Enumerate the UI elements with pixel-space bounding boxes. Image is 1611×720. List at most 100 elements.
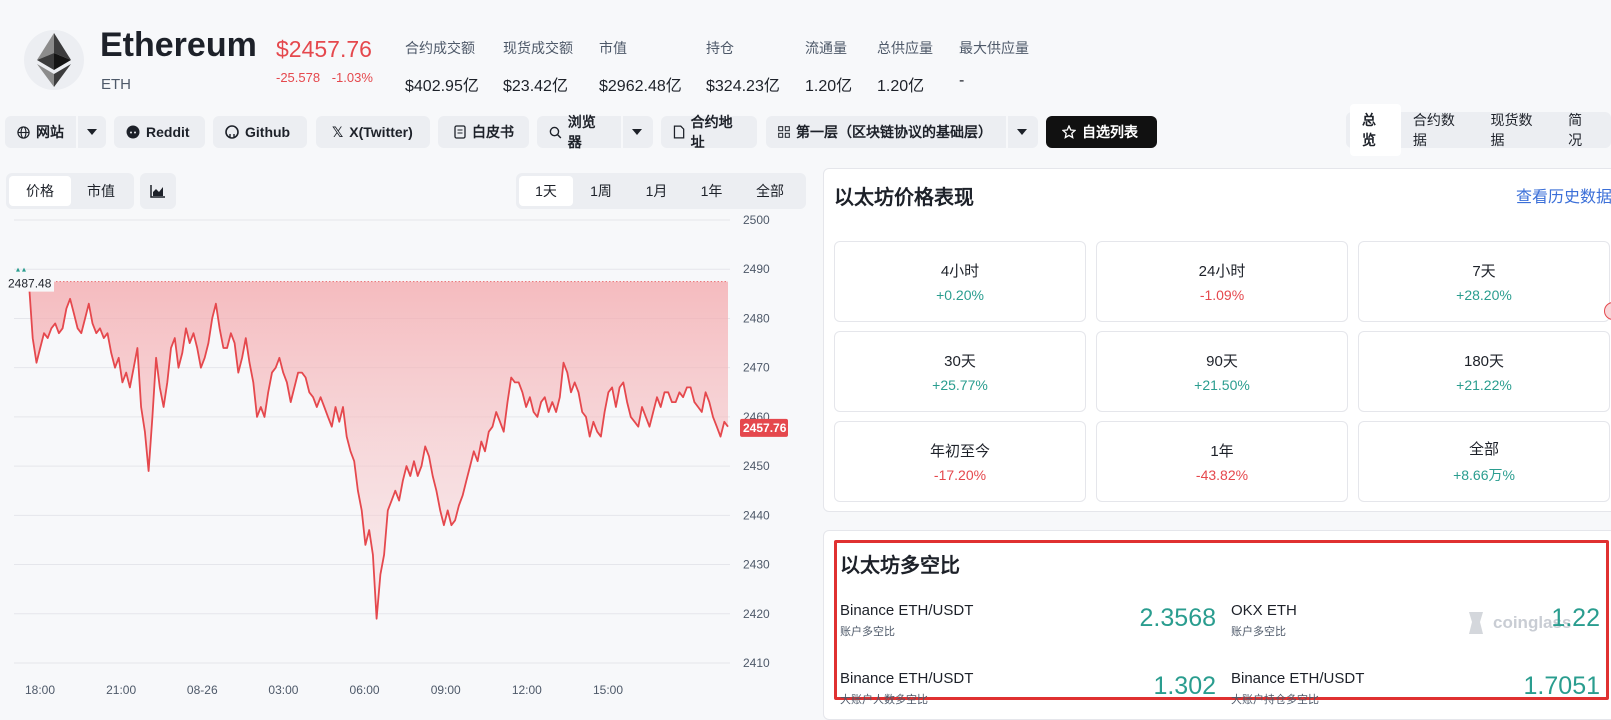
x-tick-label: 09:00 — [431, 683, 461, 697]
history-data-link[interactable]: 查看历史数据 — [1516, 183, 1611, 207]
stat-value: $324.23亿 — [706, 78, 780, 95]
stat-value: $402.95亿 — [405, 78, 479, 95]
x-tick-label: 03:00 — [268, 683, 298, 697]
tab-price[interactable]: 价格 — [9, 176, 71, 206]
website-label: 网站 — [36, 124, 64, 140]
category-dropdown[interactable] — [1006, 116, 1036, 148]
x-tick-label: 21:00 — [106, 683, 136, 697]
period-change: -1.09% — [1199, 287, 1245, 303]
stat-open-interest: 持仓 $324.23亿 — [706, 38, 780, 96]
search-icon — [549, 126, 562, 138]
tab-futures-data[interactable]: 合约数据 — [1401, 104, 1479, 156]
long-short-item: Binance ETH/USDT 大账户人数多空比 — [840, 670, 973, 707]
performance-cell: 7天 +28.20% — [1358, 241, 1610, 322]
whitepaper-button[interactable]: 白皮书 — [438, 116, 529, 148]
x-tick-label: 15:00 — [593, 683, 623, 697]
long-short-title: 以太坊多空比 — [840, 555, 960, 577]
period-change: -43.82% — [1195, 467, 1249, 483]
website-button-group: 网站 — [5, 116, 106, 148]
stat-value: $2962.48亿 — [599, 78, 682, 95]
performance-cell: 1年 -43.82% — [1096, 421, 1348, 502]
y-tick-label: 2480 — [743, 311, 770, 325]
current-price-label: 2457.76 — [743, 421, 787, 435]
period-label: 4小时 — [940, 263, 980, 280]
category-label: 第一层（区块链协议的基础层） — [796, 124, 992, 140]
ratio-value: 1.302 — [1153, 672, 1216, 700]
x-tick-label: 06:00 — [350, 683, 380, 697]
tab-all[interactable]: 全部 — [739, 176, 801, 206]
watchlist-button[interactable]: 自选列表 — [1046, 116, 1157, 148]
metric-label: 账户多空比 — [1231, 626, 1286, 638]
file-icon — [673, 125, 685, 139]
coinglass-logo-icon — [1469, 612, 1483, 634]
period-label: 90天 — [1206, 353, 1238, 370]
area-chart-icon — [150, 185, 165, 198]
metric-label: 大账户人数多空比 — [840, 694, 928, 706]
performance-cell: 年初至今 -17.20% — [834, 421, 1086, 502]
explorer-label: 浏览器 — [567, 114, 596, 150]
reddit-label: Reddit — [146, 124, 190, 140]
reddit-button[interactable]: Reddit — [114, 116, 205, 148]
x-icon: 𝕏 — [332, 123, 344, 140]
period-change: +28.20% — [1456, 287, 1512, 303]
exchange-label: Binance ETH/USDT — [1231, 670, 1365, 687]
stat-label: 合约成交额 — [405, 40, 475, 56]
contract-address-label: 合约地址 — [690, 114, 733, 150]
stat-value: 1.20亿 — [805, 78, 853, 95]
ratio-value: 2.3568 — [1139, 604, 1216, 632]
stat-total-supply: 总供应量 1.20亿 — [877, 38, 933, 96]
explorer-button[interactable]: 浏览器 — [537, 114, 621, 150]
globe-icon — [17, 125, 30, 139]
coin-symbol: ETH — [101, 76, 131, 93]
coin-price: $2457.76 — [276, 36, 372, 62]
github-icon — [225, 125, 239, 139]
tab-profile[interactable]: 简况 — [1556, 104, 1607, 156]
twitter-button[interactable]: 𝕏 X(Twitter) — [316, 116, 430, 148]
metric-label: 大账户持仓多空比 — [1231, 694, 1319, 706]
chevron-down-icon — [87, 129, 97, 135]
stat-label: 最大供应量 — [959, 40, 1029, 56]
performance-title: 以太坊价格表现 — [834, 187, 974, 209]
twitter-label: X(Twitter) — [349, 124, 413, 140]
performance-cell: 全部 +8.66万% — [1358, 421, 1610, 502]
github-button[interactable]: Github — [213, 116, 307, 148]
stat-max-supply: 最大供应量 - — [959, 38, 1029, 90]
website-dropdown[interactable] — [76, 116, 106, 148]
contract-address-button[interactable]: 合约地址 — [661, 114, 757, 150]
coin-name: Ethereum — [100, 26, 257, 64]
y-tick-label: 2430 — [743, 558, 770, 572]
stat-futures-volume: 合约成交额 $402.95亿 — [405, 38, 479, 96]
tab-overview[interactable]: 总览 — [1350, 104, 1401, 156]
category-button[interactable]: 第一层（区块链协议的基础层） — [766, 116, 1006, 148]
x-tick-label: 12:00 — [512, 683, 542, 697]
stat-label: 市值 — [599, 40, 627, 56]
performance-cell: 24小时 -1.09% — [1096, 241, 1348, 322]
category-button-group: 第一层（区块链协议的基础层） — [766, 116, 1038, 148]
tab-1d[interactable]: 1天 — [519, 176, 573, 206]
chart-type-button[interactable] — [140, 173, 176, 209]
tab-spot-data[interactable]: 现货数据 — [1479, 104, 1557, 156]
x-tick-label: 08-26 — [187, 683, 218, 697]
period-label: 1年 — [1210, 443, 1234, 460]
tab-1y[interactable]: 1年 — [684, 176, 739, 206]
whitepaper-label: 白皮书 — [472, 124, 514, 140]
price-chart[interactable]: 2410242024302440245024602470248024902500… — [0, 210, 820, 707]
stat-value: 1.20亿 — [877, 78, 925, 95]
y-tick-label: 2440 — [743, 508, 770, 522]
explorer-dropdown[interactable] — [621, 116, 651, 148]
website-button[interactable]: 网站 — [5, 116, 76, 148]
tab-market-cap[interactable]: 市值 — [71, 176, 131, 206]
grid-icon — [778, 126, 790, 138]
tab-1w[interactable]: 1周 — [573, 176, 629, 206]
period-label: 年初至今 — [929, 443, 990, 460]
explorer-button-group: 浏览器 — [537, 114, 653, 150]
y-tick-label: 2410 — [743, 656, 770, 670]
chevron-down-icon — [1017, 129, 1027, 135]
main-tabs: 总览 合约数据 现货数据 简况 — [1346, 104, 1611, 156]
period-change: -17.20% — [933, 467, 987, 483]
period-label: 7天 — [1472, 263, 1496, 280]
stat-value: $23.42亿 — [503, 78, 568, 95]
ratio-value: 1.7051 — [1523, 672, 1600, 700]
performance-cell: 90天 +21.50% — [1096, 331, 1348, 412]
tab-1m[interactable]: 1月 — [629, 176, 684, 206]
